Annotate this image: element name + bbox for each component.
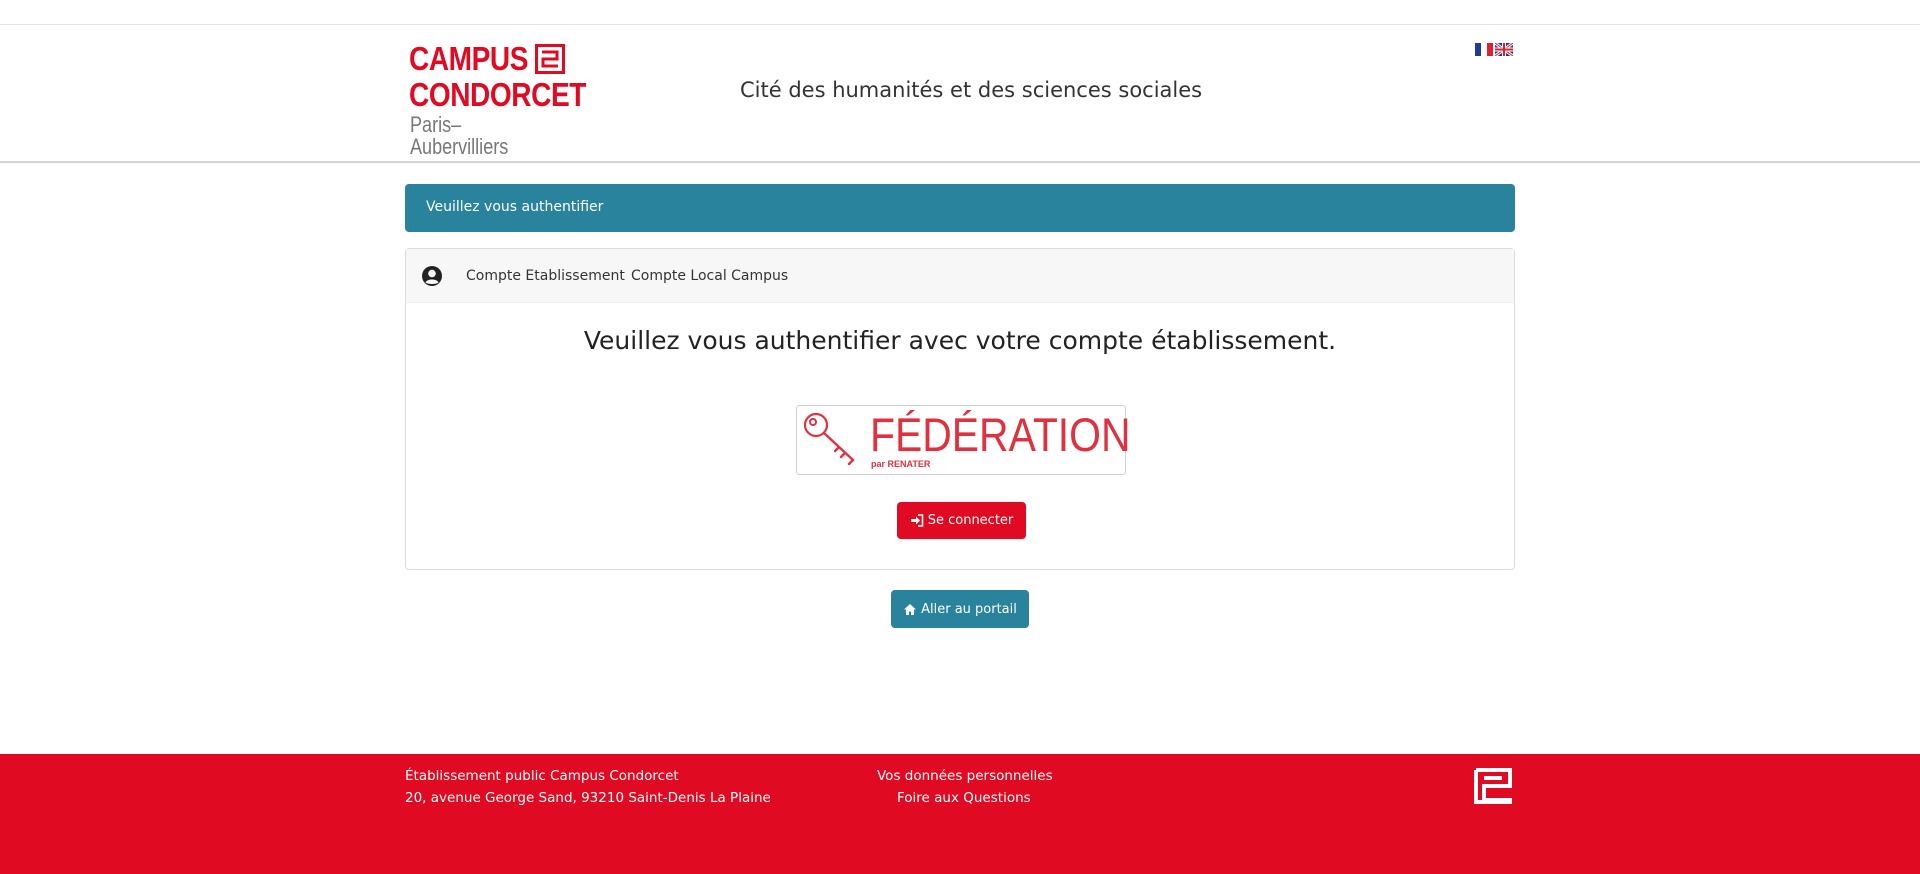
top-strip <box>0 0 1920 25</box>
home-icon <box>904 603 917 615</box>
logo-line-2: CONDORCET <box>409 76 586 113</box>
language-switcher <box>1475 43 1513 57</box>
portal-button[interactable]: Aller au portail <box>891 590 1029 628</box>
site-footer: Établissement public Campus Condorcet 20… <box>0 754 1920 874</box>
campus-condorcet-logo[interactable]: CAMPUS CONDORCET Paris–Aubervilliers <box>409 40 586 158</box>
footer-link-faq[interactable]: Foire aux Questions <box>897 790 1031 806</box>
logo-line-1: CAMPUS <box>409 40 529 77</box>
auth-alert: Veuillez vous authentifier <box>405 184 1515 232</box>
federation-by-renater: par RENATER <box>871 459 931 469</box>
login-card: Compte Etablissement Compte Local Campus… <box>405 248 1515 570</box>
auth-alert-text: Veuillez vous authentifier <box>426 199 604 215</box>
tab-compte-etablissement[interactable]: Compte Etablissement <box>466 268 625 284</box>
logo-subtitle: Paris–Aubervilliers <box>410 112 509 159</box>
federation-word: FÉDÉRATION <box>870 408 1131 461</box>
footer-link-donnees-personnelles[interactable]: Vos données personnelles <box>877 768 1053 784</box>
site-tagline: Cité des humanités et des sciences socia… <box>740 78 1203 102</box>
key-icon <box>803 412 855 466</box>
condorcet-mark-icon <box>535 44 565 74</box>
user-circle-icon <box>422 266 442 286</box>
flag-uk-icon[interactable] <box>1495 43 1513 56</box>
footer-address-line-1: Établissement public Campus Condorcet <box>405 768 679 784</box>
site-header: CAMPUS CONDORCET Paris–Aubervilliers Cit… <box>0 25 1920 163</box>
federation-renater-logo[interactable]: FÉDÉRATION par RENATER <box>796 405 1130 475</box>
condorcet-mark-icon <box>1474 768 1512 804</box>
login-card-header: Compte Etablissement Compte Local Campus <box>406 249 1514 303</box>
sign-in-icon <box>910 514 924 527</box>
connect-button[interactable]: Se connecter <box>897 502 1026 539</box>
portal-button-label: Aller au portail <box>921 601 1017 617</box>
connect-button-label: Se connecter <box>927 513 1014 528</box>
footer-address-line-2: 20, avenue George Sand, 93210 Saint-Deni… <box>405 790 771 806</box>
login-card-title: Veuillez vous authentifier avec votre co… <box>583 326 1337 355</box>
tab-compte-local-campus[interactable]: Compte Local Campus <box>631 268 788 284</box>
flag-fr-icon[interactable] <box>1475 43 1493 56</box>
